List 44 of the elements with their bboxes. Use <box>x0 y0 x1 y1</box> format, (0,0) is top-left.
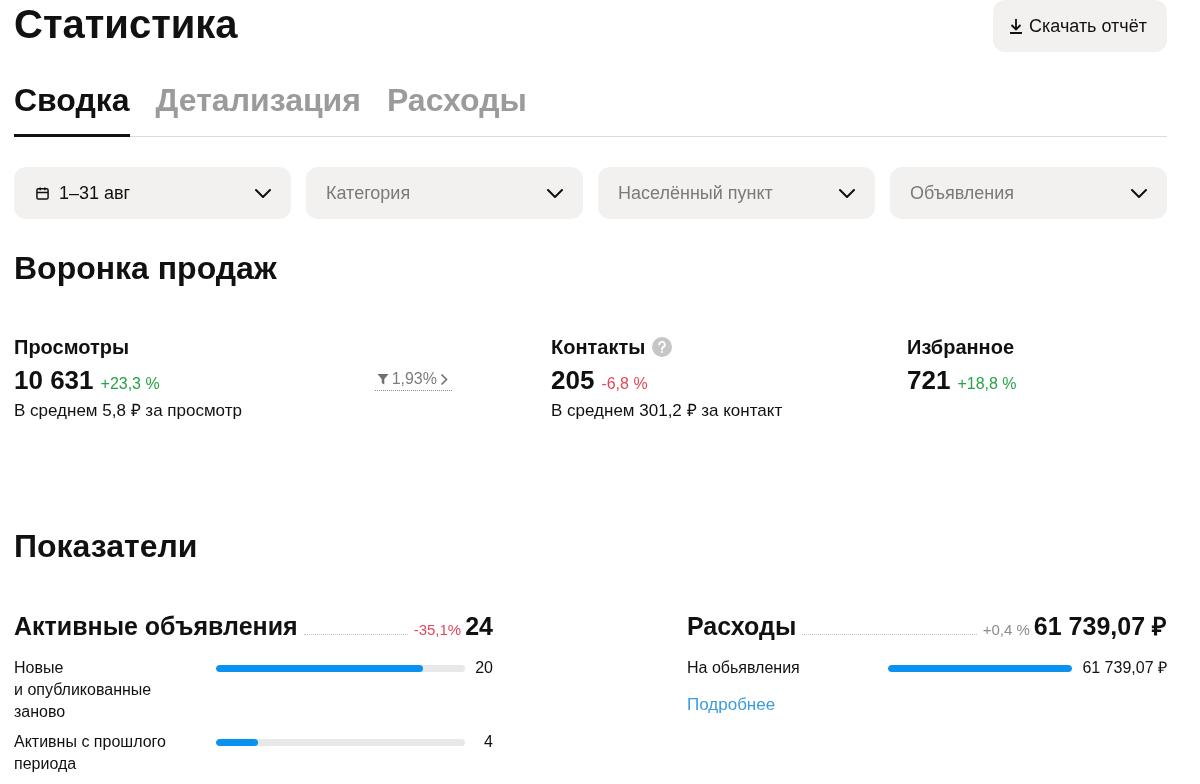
change-percent: +23,3 % <box>100 374 160 394</box>
chevron-right-icon <box>440 372 448 386</box>
page-title: Статистика <box>14 1 238 48</box>
panel-title: Расходы <box>687 611 797 641</box>
chevron-down-icon <box>839 188 855 198</box>
filter-dropdown[interactable]: Объявления <box>890 167 1167 219</box>
calendar-icon <box>36 186 49 200</box>
total-value: 24 <box>465 611 493 641</box>
row-value: 61 739,07 ₽ <box>1082 658 1167 678</box>
download-icon <box>1009 18 1023 34</box>
change-percent: -6,8 % <box>601 374 648 394</box>
section-heading: Воронка продаж <box>14 250 277 286</box>
filter-dropdown[interactable]: Населённый пункт <box>598 167 875 219</box>
row-label: Активны с прошлого периода <box>14 732 167 774</box>
chevron-down-icon <box>255 188 271 198</box>
metric-label: Контакты <box>551 335 646 359</box>
tab[interactable]: Расходы <box>386 82 527 137</box>
funnel-icon <box>376 373 389 385</box>
panel-title: Активные объявления <box>14 611 298 641</box>
metric-value: 721 <box>907 364 951 396</box>
row-value: 20 <box>475 658 493 678</box>
metric-label: Избранное <box>907 335 1014 359</box>
conversion-link[interactable]: 1,93% <box>374 369 452 391</box>
date-range-dropdown[interactable]: 1–31 авг <box>14 167 291 219</box>
row-label: На обьявления <box>687 658 801 678</box>
chevron-down-icon <box>547 188 563 198</box>
chevron-down-icon <box>1131 188 1147 198</box>
tab[interactable]: Сводка <box>14 82 130 137</box>
metric-label: Просмотры <box>14 335 129 359</box>
metric-value: 10 631 <box>14 364 94 396</box>
metric-note: В среднем 5,8 ₽ за просмотр <box>14 400 242 422</box>
change-percent: +18,8 % <box>957 374 1017 394</box>
tab[interactable]: Детализация <box>155 82 361 137</box>
section-heading: Показатели <box>14 528 198 564</box>
total-value: 61 739,07 ₽ <box>1033 611 1167 641</box>
row-value: 4 <box>483 732 493 752</box>
download-report-button[interactable]: Скачать отчёт <box>993 0 1167 52</box>
metric-value: 205 <box>551 364 595 396</box>
row-label: Новые и опубликованные заново <box>14 658 153 722</box>
filter-dropdown[interactable]: Категория <box>306 167 583 219</box>
change-percent: -35,1% <box>413 620 462 640</box>
details-link[interactable]: Подробнее <box>687 694 776 716</box>
change-percent: +0,4 % <box>982 620 1030 640</box>
metric-note: В среднем 301,2 ₽ за контакт <box>551 400 783 422</box>
